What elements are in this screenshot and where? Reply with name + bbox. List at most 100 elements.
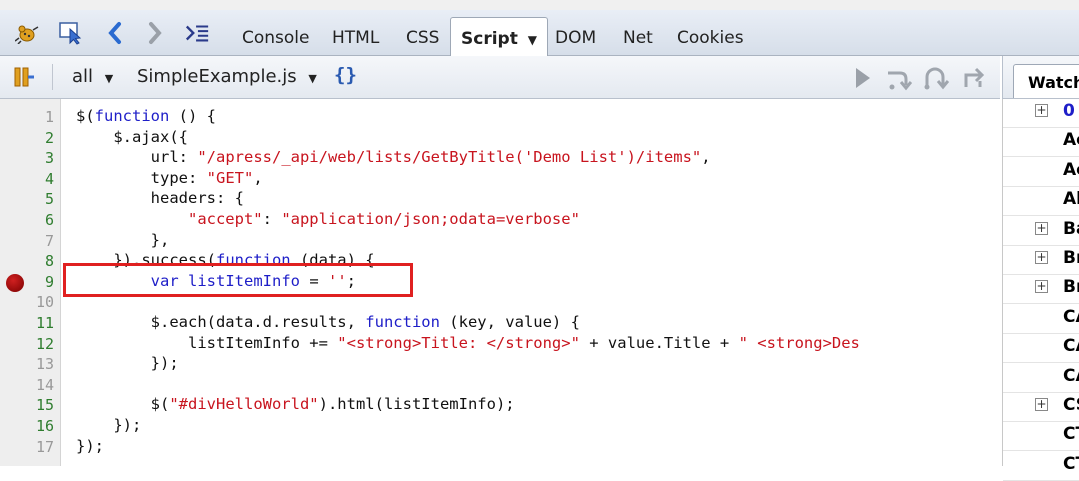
line-number[interactable]: 11 (0, 314, 54, 332)
line-number[interactable]: 4 (0, 170, 54, 188)
forward-arrow-icon[interactable] (142, 20, 168, 46)
code-token: "#divHelloWorld" (169, 395, 319, 414)
tab-script-label: Script (461, 29, 518, 49)
tab-css[interactable]: CSS (400, 27, 445, 55)
scope-dropdown[interactable]: all ▼ (72, 66, 113, 87)
watch-row[interactable]: Ac (1003, 126, 1079, 158)
firebug-tab-bar: Console HTML CSS Script ▼ DOM Net Cookie… (0, 10, 1079, 56)
code-token: }, (76, 230, 170, 249)
code-line: url: "/apress/_api/web/lists/GetByTitle(… (76, 148, 711, 166)
code-token: "<strong>Title: </strong>" (337, 333, 580, 352)
line-number[interactable]: 7 (0, 232, 54, 250)
code-token: "accept" (187, 210, 263, 228)
code-line: type: "GET", (76, 169, 263, 187)
line-number[interactable]: 8 (0, 252, 54, 270)
line-number-gutter[interactable]: 1 2 3 4 5 6 7 8 9 10 11 12 13 14 15 16 17 (0, 99, 61, 466)
line-number[interactable]: 10 (0, 293, 54, 311)
expand-plus-icon[interactable]: + (1035, 280, 1048, 294)
code-token: ).html(listItemInfo); (318, 395, 515, 414)
expand-plus-icon[interactable]: + (1035, 251, 1048, 264)
chevron-down-icon: ▼ (308, 72, 317, 85)
inspect-element-icon[interactable] (58, 20, 84, 46)
expand-plus-icon[interactable]: + (1035, 398, 1048, 411)
back-arrow-icon[interactable] (102, 20, 128, 46)
watch-row-name: Ba (1063, 218, 1079, 239)
code-token: headers: { (76, 189, 244, 208)
watch-row[interactable]: +0 (1003, 97, 1079, 128)
line-number[interactable]: 3 (0, 149, 54, 167)
line-number[interactable]: 1 (0, 108, 54, 126)
watch-row-name: CA (1063, 365, 1079, 386)
code-token: $.each(data.d.results, (76, 313, 366, 331)
code-line: }); (76, 416, 141, 434)
window-top-strip (0, 0, 1079, 10)
line-number[interactable]: 16 (0, 417, 54, 435)
watch-row[interactable]: CT (1003, 420, 1079, 452)
tab-watch[interactable]: Watch (1013, 64, 1079, 98)
watch-row-name: CT (1063, 453, 1079, 474)
tab-cookies[interactable]: Cookies (671, 27, 750, 55)
code-token: (key, value) { (439, 313, 580, 331)
watch-row[interactable]: + CS (1003, 391, 1079, 422)
step-over-icon[interactable] (884, 65, 913, 95)
watch-row[interactable]: + Br (1003, 244, 1079, 275)
watch-row-name: Br (1063, 277, 1079, 298)
watch-row-name: Br (1063, 248, 1079, 268)
watch-row-name: Al (1063, 189, 1079, 210)
tab-dom[interactable]: DOM (549, 27, 602, 55)
watch-row-name: Ac (1063, 130, 1079, 151)
watch-row[interactable]: CA (1003, 332, 1079, 364)
chevron-down-icon: ▼ (527, 33, 537, 47)
expand-plus-icon[interactable]: + (1035, 104, 1048, 117)
line-number[interactable]: 14 (0, 376, 54, 394)
watch-row[interactable]: + Ba (1003, 215, 1079, 246)
tab-script[interactable]: Script ▼ (450, 17, 548, 56)
line-number[interactable]: 6 (0, 211, 54, 229)
watch-row[interactable]: CT (1003, 450, 1079, 481)
line-number[interactable]: 13 (0, 355, 54, 373)
tab-html[interactable]: HTML (326, 27, 385, 55)
tab-console[interactable]: Console (236, 27, 316, 55)
watch-row-name: CS (1063, 395, 1079, 415)
line-number[interactable]: 5 (0, 190, 54, 208)
watch-row[interactable]: CA (1003, 303, 1079, 334)
code-token: function (94, 107, 170, 125)
watch-row[interactable]: CA (1003, 362, 1079, 393)
line-number[interactable]: 17 (0, 438, 54, 456)
line-number[interactable]: 2 (0, 129, 54, 147)
code-token: , (253, 168, 263, 187)
code-line: }); (76, 437, 104, 455)
watch-row[interactable]: Al (1003, 185, 1079, 217)
code-token: " <strong>Des (738, 333, 860, 352)
watch-row[interactable]: + Br (1003, 273, 1079, 305)
code-token: function (365, 313, 440, 331)
code-token: }); (76, 416, 142, 434)
line-number[interactable]: 15 (0, 396, 54, 414)
line-number[interactable]: 12 (0, 335, 54, 353)
code-line: listItemInfo += "<strong>Title: </strong… (76, 334, 860, 352)
break-on-next-icon[interactable] (12, 65, 36, 93)
code-token: () { (169, 107, 216, 125)
firebug-bug-icon[interactable] (14, 20, 40, 46)
watch-row-name: CA (1063, 306, 1079, 327)
command-line-icon[interactable] (184, 20, 210, 46)
breakpoint-icon[interactable] (6, 273, 24, 292)
code-line: }); (76, 354, 179, 372)
pretty-print-button[interactable]: {} (334, 64, 357, 86)
file-dropdown[interactable]: SimpleExample.js ▼ (137, 66, 317, 87)
step-into-icon[interactable] (921, 65, 950, 95)
code-line: $(function () { (76, 107, 216, 125)
continue-icon[interactable] (853, 66, 873, 94)
code-token: "GET" (206, 168, 254, 187)
tab-net[interactable]: Net (617, 27, 659, 55)
code-line: $.each(data.d.results, function (key, va… (76, 313, 580, 331)
step-out-icon[interactable] (960, 65, 988, 95)
watch-row[interactable]: Ac (1003, 156, 1079, 187)
file-dropdown-label: SimpleExample.js (137, 66, 297, 87)
code-token: url: (76, 148, 198, 167)
watch-panel[interactable]: +0AcAcAl+Ba+Br+BrCACACA+CSCTCT (1002, 97, 1079, 481)
code-token: : (262, 210, 282, 228)
expand-plus-icon[interactable]: + (1035, 221, 1048, 235)
watch-row-name: Ac (1063, 159, 1079, 180)
